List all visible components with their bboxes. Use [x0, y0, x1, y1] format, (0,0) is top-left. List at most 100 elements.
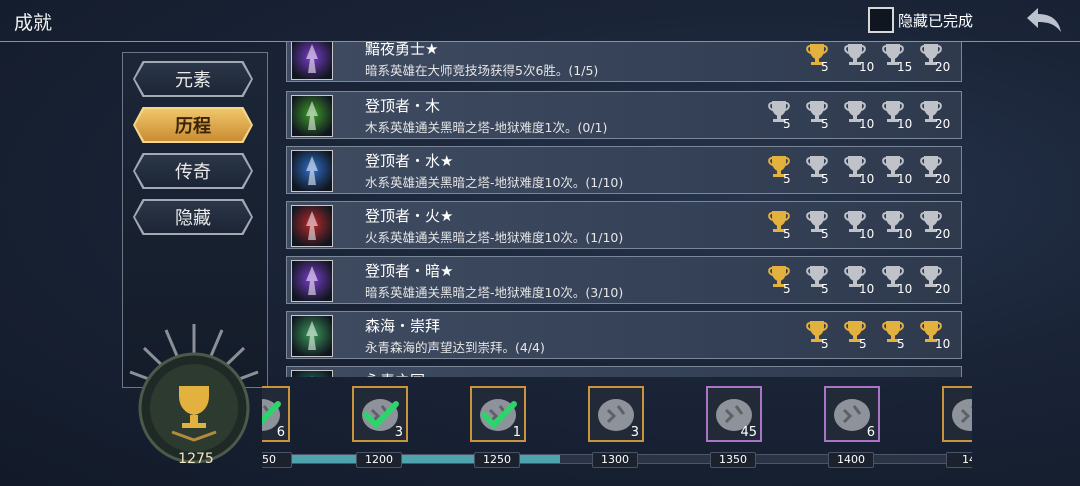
trophy-points: 20: [935, 227, 951, 241]
menu-elements[interactable]: 元素: [133, 61, 253, 97]
silver-trophy-icon: 20: [919, 207, 957, 245]
hide-completed-label: 隐藏已完成: [898, 11, 974, 30]
reward-stone-icon: [952, 399, 972, 431]
trophy-points: 5: [859, 337, 867, 351]
achievement-desc: 火系英雄通关黑暗之塔-地狱难度10次。(1/10): [365, 230, 624, 245]
silver-trophy-icon: 10: [843, 207, 881, 245]
reward-item[interactable]: [942, 386, 972, 442]
reward-count: 6: [276, 425, 285, 440]
achievement-row[interactable]: 登顶者・暗★ 暗系英雄通关黑暗之塔-地狱难度10次。(3/10) 5 5 10 10 20: [286, 256, 962, 304]
reward-item[interactable]: 1: [470, 386, 526, 442]
trophy-tiers: 5 5 5 10: [805, 317, 957, 355]
achievement-emblem-icon: [291, 42, 333, 80]
total-points: 1275: [178, 451, 214, 467]
achievement-emblem-icon: [291, 315, 333, 357]
reward-item[interactable]: 45: [706, 386, 762, 442]
achievement-name: 永青之国: [365, 370, 425, 377]
achievement-name: 登顶者・暗★: [365, 262, 454, 280]
achievement-name: 森海・崇拜: [365, 317, 441, 335]
progress-tick-label: 1350: [710, 452, 756, 468]
achievement-row[interactable]: 黯夜勇士★ 暗系英雄在大师竞技场获得5次6胜。(1/5) 5 10 15 20: [286, 42, 962, 82]
achievement-name: 黯夜勇士★: [365, 42, 439, 58]
trophy-points: 10: [859, 227, 875, 241]
silver-trophy-icon: 5: [805, 152, 843, 190]
trophy-points: 20: [935, 60, 951, 74]
trophy-points: 10: [859, 60, 875, 74]
trophy-points: 10: [897, 227, 913, 241]
trophy-points: 5: [783, 117, 791, 131]
trophy-points: 10: [897, 117, 913, 131]
hide-completed-checkbox[interactable]: [868, 7, 894, 33]
achievement-desc: 水系英雄通关黑暗之塔-地狱难度10次。(1/10): [365, 175, 624, 190]
reward-count: 3: [630, 425, 639, 440]
reward-item[interactable]: 3: [352, 386, 408, 442]
gold-trophy-icon: 5: [767, 262, 805, 300]
progress-tick-label: 50: [262, 452, 292, 468]
silver-trophy-icon: 10: [881, 207, 919, 245]
page-title: 成就: [14, 12, 53, 34]
reward-item[interactable]: 3: [588, 386, 644, 442]
silver-trophy-icon: 20: [919, 42, 957, 78]
trophy-tiers: 5 5 10 10 20: [767, 262, 957, 300]
trophy-points: 5: [821, 117, 829, 131]
progress-tick-label: 1400: [828, 452, 874, 468]
reward-count: 6: [866, 425, 875, 440]
silver-trophy-icon: 10: [881, 97, 919, 135]
trophy-points: 5: [783, 227, 791, 241]
trophy-points: 5: [821, 227, 829, 241]
reward-item[interactable]: 6: [824, 386, 880, 442]
progress-tick-label: 1300: [592, 452, 638, 468]
reward-count: 1: [512, 425, 521, 440]
achievement-row[interactable]: 登顶者・水★ 水系英雄通关黑暗之塔-地狱难度10次。(1/10) 5 5 10 10 20: [286, 146, 962, 194]
trophy-points: 5: [821, 60, 829, 74]
silver-trophy-icon: 15: [881, 42, 919, 78]
achievement-name: 登顶者・水★: [365, 152, 454, 170]
progress-tick-label: 1250: [474, 452, 520, 468]
achievement-emblem-icon: [291, 95, 333, 137]
silver-trophy-icon: 20: [919, 262, 957, 300]
trophy-points: 10: [897, 172, 913, 186]
silver-trophy-icon: 10: [843, 42, 881, 78]
achievement-name: 登顶者・木: [365, 97, 441, 115]
menu-label: 隐藏: [175, 208, 211, 229]
achievement-desc: 木系英雄通关黑暗之塔-地狱难度1次。(0/1): [365, 120, 608, 135]
trophy-points: 20: [935, 282, 951, 296]
achievement-row[interactable]: 永青之国: [286, 366, 962, 377]
trophy-tiers: 5 5 10 10 20: [767, 97, 957, 135]
trophy-points: 5: [783, 172, 791, 186]
menu-hidden[interactable]: 隐藏: [133, 199, 253, 235]
silver-trophy-icon: 10: [881, 262, 919, 300]
silver-trophy-icon: 10: [843, 262, 881, 300]
menu-label: 历程: [175, 116, 211, 137]
trophy-points: 10: [935, 337, 951, 351]
trophy-points: 15: [897, 60, 913, 74]
back-arrow-icon[interactable]: [1024, 5, 1064, 35]
gold-trophy-icon: 10: [919, 317, 957, 355]
achievement-desc: 暗系英雄通关黑暗之塔-地狱难度10次。(3/10): [365, 285, 624, 300]
reward-track[interactable]: 6 3 1 3 45 6 50 1200 1250 1300 1350 1400 14: [262, 380, 972, 486]
gold-trophy-icon: 5: [767, 152, 805, 190]
reward-item[interactable]: 6: [262, 386, 290, 442]
gold-trophy-icon: 5: [767, 207, 805, 245]
menu-legend[interactable]: 传奇: [133, 153, 253, 189]
header-bar: 成就 隐藏已完成: [0, 0, 1080, 42]
achievement-row[interactable]: 登顶者・火★ 火系英雄通关黑暗之塔-地狱难度10次。(1/10) 5 5 10 10 20: [286, 201, 962, 249]
achievement-name: 登顶者・火★: [365, 207, 454, 225]
achievement-row[interactable]: 森海・崇拜 永青森海的声望达到崇拜。(4/4) 5 5 5 10: [286, 311, 962, 359]
progress-tick-label: 14: [946, 452, 972, 468]
achievement-list[interactable]: 黯夜勇士★ 暗系英雄在大师竞技场获得5次6胜。(1/5) 5 10 15 20 登顶者・木木…: [286, 42, 962, 377]
trophy-points: 10: [859, 117, 875, 131]
trophy-tiers: 5 5 10 10 20: [767, 207, 957, 245]
reward-count: 45: [740, 425, 757, 440]
hide-completed-toggle[interactable]: 隐藏已完成: [868, 7, 973, 33]
trophy-points: 5: [783, 282, 791, 296]
trophy-points: 5: [821, 337, 829, 351]
achievement-row[interactable]: 登顶者・木 木系英雄通关黑暗之塔-地狱难度1次。(0/1) 5 5 10 10 20: [286, 91, 962, 139]
reward-count: 3: [394, 425, 403, 440]
silver-trophy-icon: 5: [805, 207, 843, 245]
silver-trophy-icon: 10: [843, 152, 881, 190]
gold-trophy-icon: 5: [805, 42, 843, 78]
silver-trophy-icon: 5: [805, 97, 843, 135]
menu-journey[interactable]: 历程: [133, 107, 253, 143]
menu-label: 传奇: [175, 162, 211, 183]
